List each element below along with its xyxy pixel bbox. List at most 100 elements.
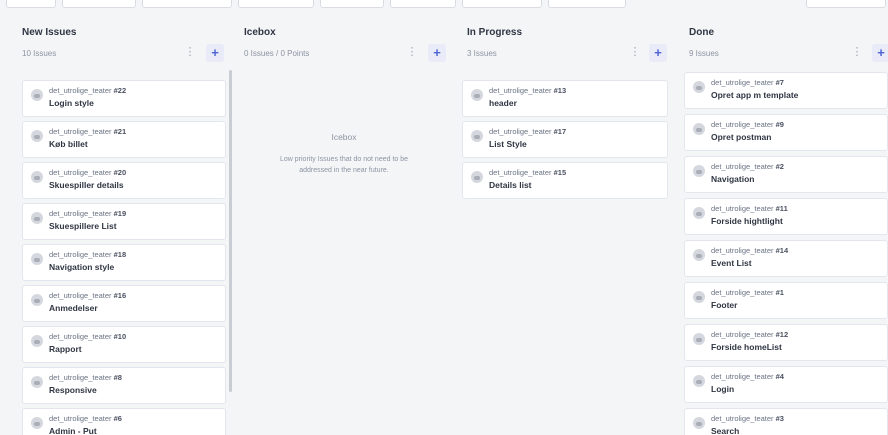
more-icon[interactable]: ⋮ — [406, 46, 418, 58]
repo-name: det_utrolige_teater — [711, 78, 774, 87]
repo-name: det_utrolige_teater — [489, 127, 552, 136]
add-card-button[interactable]: + — [428, 44, 446, 62]
more-icon[interactable]: ⋮ — [851, 46, 863, 58]
avatar — [31, 89, 43, 101]
issue-card[interactable]: det_utrolige_teater #8 Responsive — [22, 367, 226, 404]
add-card-button[interactable]: + — [206, 44, 224, 62]
column-title: New Issues — [22, 27, 77, 38]
avatar — [693, 291, 705, 303]
column-icebox: Icebox 0 Issues / 0 Points ⋮ + Icebox Lo… — [244, 22, 450, 435]
issue-card[interactable]: det_utrolige_teater #15 Details list — [462, 162, 668, 199]
issue-card[interactable]: det_utrolige_teater #22 Login style — [22, 80, 226, 117]
toolbar-chip[interactable] — [390, 0, 456, 8]
issue-number[interactable]: #8 — [114, 373, 122, 382]
toolbar-chip[interactable] — [548, 0, 626, 8]
issue-number[interactable]: #7 — [776, 78, 784, 87]
issue-card[interactable]: det_utrolige_teater #10 Rapport — [22, 326, 226, 363]
issue-card[interactable]: det_utrolige_teater #4 Login — [684, 366, 888, 403]
column-count: 3 Issues — [467, 49, 497, 58]
card-repo: det_utrolige_teater #6 — [49, 414, 122, 423]
repo-name: det_utrolige_teater — [49, 86, 112, 95]
toolbar-chip[interactable] — [806, 0, 886, 8]
issue-number[interactable]: #10 — [114, 332, 127, 341]
issue-number[interactable]: #6 — [114, 414, 122, 423]
issue-number[interactable]: #19 — [114, 209, 127, 218]
column-title: Done — [689, 27, 714, 38]
issue-number[interactable]: #21 — [114, 127, 127, 136]
issue-card[interactable]: det_utrolige_teater #1 Footer — [684, 282, 888, 319]
issue-card[interactable]: det_utrolige_teater #14 Event List — [684, 240, 888, 277]
issue-number[interactable]: #1 — [776, 288, 784, 297]
avatar — [693, 123, 705, 135]
issue-number[interactable]: #18 — [114, 250, 127, 259]
column-count: 10 Issues — [22, 49, 57, 58]
issue-card[interactable]: det_utrolige_teater #6 Admin - Put — [22, 408, 226, 435]
avatar — [31, 212, 43, 224]
issue-title: Køb billet — [49, 139, 88, 149]
toolbar-chip[interactable] — [142, 0, 232, 8]
toolbar-strip — [0, 0, 888, 14]
repo-name: det_utrolige_teater — [49, 414, 112, 423]
issue-number[interactable]: #20 — [114, 168, 127, 177]
repo-name: det_utrolige_teater — [49, 332, 112, 341]
issue-card[interactable]: det_utrolige_teater #20 Skuespiller deta… — [22, 162, 226, 199]
issue-title: Responsive — [49, 385, 97, 395]
more-icon[interactable]: ⋮ — [184, 46, 196, 58]
card-repo: det_utrolige_teater #14 — [711, 246, 788, 255]
card-repo: det_utrolige_teater #3 — [711, 414, 784, 423]
issue-card[interactable]: det_utrolige_teater #16 Anmedelser — [22, 285, 226, 322]
toolbar-chip[interactable] — [6, 0, 56, 8]
issue-number[interactable]: #14 — [776, 246, 789, 255]
more-icon[interactable]: ⋮ — [629, 46, 641, 58]
issue-number[interactable]: #4 — [776, 372, 784, 381]
column-new-issues: New Issues 10 Issues ⋮ + det_utrolige_te… — [22, 22, 232, 435]
issue-card[interactable]: det_utrolige_teater #9 Opret postman — [684, 114, 888, 151]
avatar — [693, 417, 705, 429]
add-card-button[interactable]: + — [872, 44, 888, 62]
issue-card[interactable]: det_utrolige_teater #17 List Style — [462, 121, 668, 158]
toolbar-chip[interactable] — [62, 0, 136, 8]
card-repo: det_utrolige_teater #21 — [49, 127, 126, 136]
issue-card[interactable]: det_utrolige_teater #7 Opret app m templ… — [684, 72, 888, 109]
card-repo: det_utrolige_teater #15 — [489, 168, 566, 177]
avatar — [693, 249, 705, 261]
issue-card[interactable]: det_utrolige_teater #12 Forside homeList — [684, 324, 888, 361]
issue-card[interactable]: det_utrolige_teater #3 Search — [684, 408, 888, 435]
issue-title: Details list — [489, 180, 532, 190]
add-card-button[interactable]: + — [649, 44, 667, 62]
toolbar-chip[interactable] — [238, 0, 314, 8]
issue-number[interactable]: #11 — [776, 204, 788, 213]
issue-number[interactable]: #9 — [776, 120, 784, 129]
issue-card[interactable]: det_utrolige_teater #13 header — [462, 80, 668, 117]
empty-state-description-line-2: addressed in the near future. — [299, 167, 389, 174]
avatar — [693, 165, 705, 177]
issue-number[interactable]: #13 — [554, 86, 567, 95]
issue-card[interactable]: det_utrolige_teater #11 Forside hightlig… — [684, 198, 888, 235]
issue-number[interactable]: #2 — [776, 162, 784, 171]
issue-number[interactable]: #12 — [776, 330, 789, 339]
repo-name: det_utrolige_teater — [711, 162, 774, 171]
toolbar-chip[interactable] — [320, 0, 384, 8]
card-repo: det_utrolige_teater #12 — [711, 330, 788, 339]
card-repo: det_utrolige_teater #20 — [49, 168, 126, 177]
issue-number[interactable]: #16 — [114, 291, 127, 300]
issue-number[interactable]: #17 — [554, 127, 567, 136]
avatar — [31, 294, 43, 306]
scrollbar[interactable] — [229, 70, 232, 392]
issue-card[interactable]: det_utrolige_teater #21 Køb billet — [22, 121, 226, 158]
issue-card[interactable]: det_utrolige_teater #18 Navigation style — [22, 244, 226, 281]
avatar — [693, 375, 705, 387]
avatar — [31, 253, 43, 265]
issue-card[interactable]: det_utrolige_teater #2 Navigation — [684, 156, 888, 193]
empty-state-title: Icebox — [331, 132, 357, 142]
issue-title: Forside hightlight — [711, 216, 783, 226]
issue-number[interactable]: #15 — [554, 168, 567, 177]
toolbar-chip[interactable] — [462, 0, 542, 8]
issue-number[interactable]: #3 — [776, 414, 784, 423]
issue-number[interactable]: #22 — [114, 86, 127, 95]
issue-card[interactable]: det_utrolige_teater #19 Skuespillere Lis… — [22, 203, 226, 240]
avatar — [31, 376, 43, 388]
repo-name: det_utrolige_teater — [49, 373, 112, 382]
column-title: Icebox — [244, 27, 276, 38]
repo-name: det_utrolige_teater — [49, 209, 112, 218]
